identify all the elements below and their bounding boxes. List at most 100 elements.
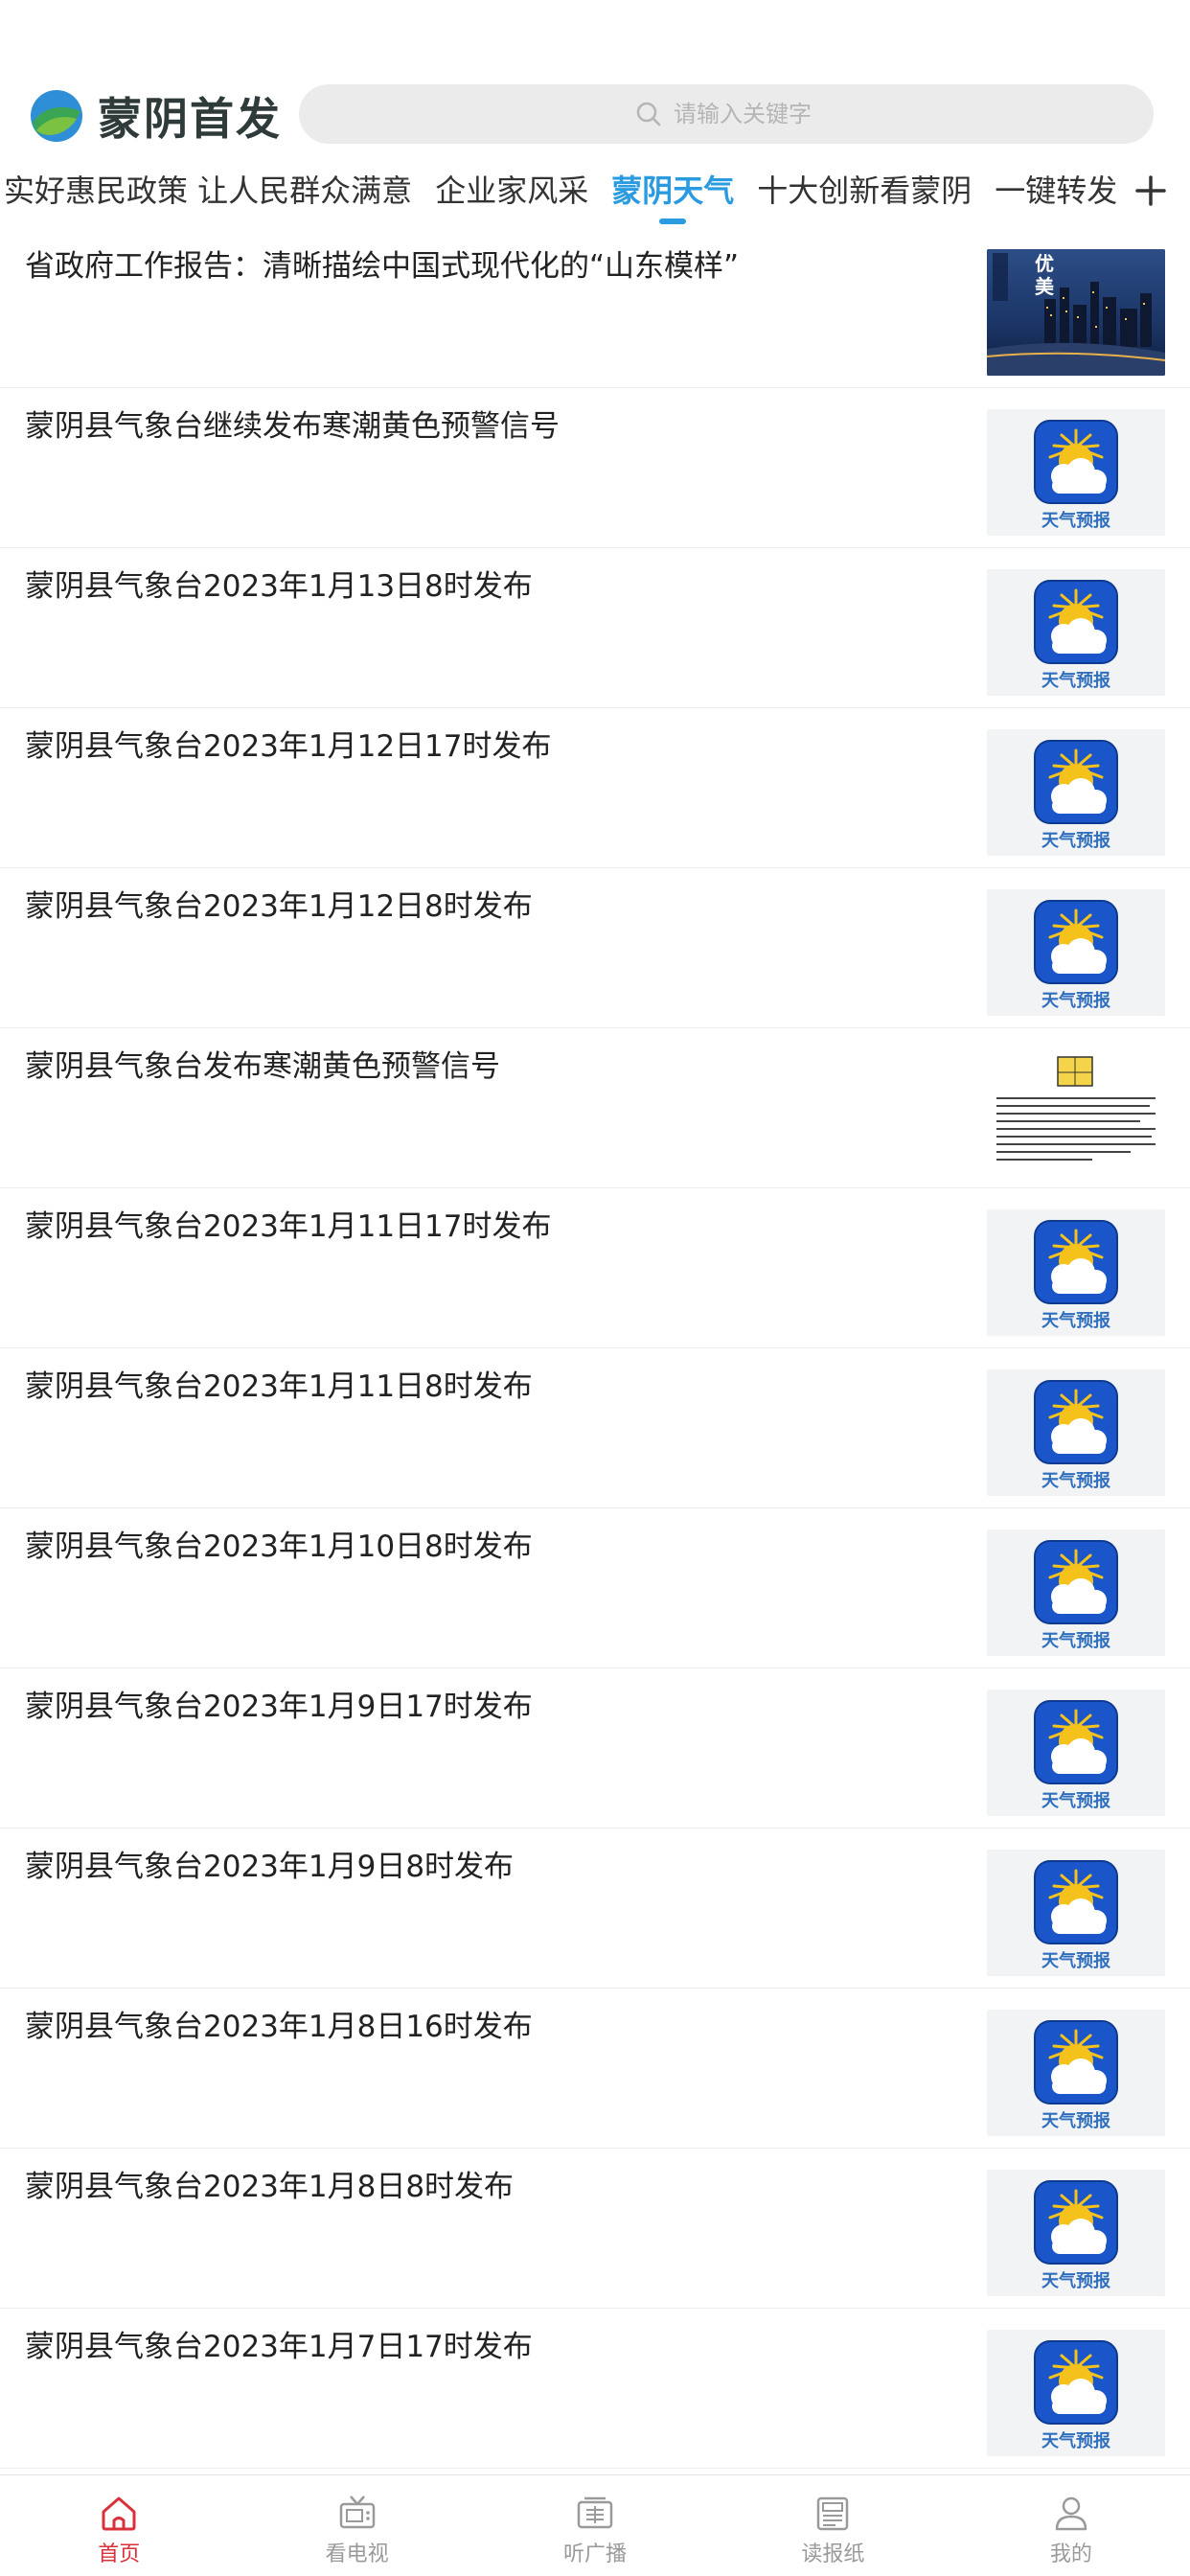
news-item[interactable]: 省政府工作报告：清晰描绘中国式现代化的“山东模样” 优 美 (0, 228, 1190, 388)
tabbar-label: 听广播 (563, 2542, 628, 2566)
tab-forward[interactable]: 一键转发 (983, 163, 1121, 218)
news-item[interactable]: 蒙阴县气象台2023年1月9日8时发布 天气预报 (0, 1828, 1190, 1989)
news-thumbnail: 天气预报 (987, 2330, 1165, 2456)
logo-icon (31, 90, 82, 142)
news-item[interactable]: 蒙阴县气象台继续发布寒潮黄色预警信号 天气预报 (0, 388, 1190, 548)
news-thumbnail: 天气预报 (987, 1690, 1165, 1816)
news-title: 蒙阴县气象台继续发布寒潮黄色预警信号 (25, 409, 560, 444)
news-title: 省政府工作报告：清晰描绘中国式现代化的“山东模样” (25, 249, 740, 284)
news-thumbnail: 天气预报 (987, 729, 1165, 856)
news-title: 蒙阴县气象台2023年1月12日8时发布 (25, 889, 533, 924)
tabbar-profile[interactable]: 我的 (952, 2475, 1190, 2576)
news-title: 蒙阴县气象台2023年1月10日8时发布 (25, 1530, 533, 1564)
tabbar-label: 我的 (1049, 2542, 1092, 2566)
news-thumbnail: 优 美 (987, 249, 1165, 376)
newspaper-icon (817, 2496, 849, 2531)
news-item[interactable]: 蒙阴县气象台2023年1月8日8时发布 天气预报 (0, 2149, 1190, 2309)
city-night-photo: 优 美 (987, 249, 1165, 376)
weather-forecast-icon (1034, 1220, 1118, 1304)
thumbnail-caption: 天气预报 (1041, 1631, 1110, 1651)
news-item[interactable]: 蒙阴县气象台发布寒潮黄色预警信号 (0, 1028, 1190, 1188)
news-item[interactable]: 蒙阴县气象台2023年1月13日8时发布 天气预报 (0, 548, 1190, 708)
news-thumbnail: 天气预报 (987, 409, 1165, 536)
search-icon (636, 102, 661, 126)
tab-weather[interactable]: 蒙阴天气 (600, 163, 745, 224)
add-channel-button[interactable] (1125, 165, 1177, 217)
tabbar-radio[interactable]: 听广播 (476, 2475, 714, 2576)
channel-tabs: 实好惠民政策 让人民群众满意 企业家风采 蒙阴天气 十大创新看蒙阴 一键转发 (0, 163, 1121, 226)
thumbnail-caption: 天气预报 (1041, 2431, 1110, 2451)
weather-forecast-icon (1034, 1380, 1118, 1464)
news-title: 蒙阴县气象台2023年1月11日8时发布 (25, 1369, 533, 1404)
tabbar-label: 看电视 (325, 2542, 389, 2566)
tab-policy[interactable]: 实好惠民政策 让人民群众满意 (0, 163, 423, 218)
tabbar-label: 读报纸 (801, 2542, 865, 2566)
weather-forecast-icon (1034, 2020, 1118, 2104)
thumbnail-caption: 天气预报 (1041, 831, 1110, 851)
thumbnail-caption: 天气预报 (1041, 2111, 1110, 2131)
tv-icon (339, 2496, 375, 2529)
svg-text:美: 美 (1035, 275, 1055, 298)
news-title: 蒙阴县气象台2023年1月11日17时发布 (25, 1209, 552, 1244)
news-title: 蒙阴县气象台2023年1月12日17时发布 (25, 729, 552, 764)
article-list: 省政府工作报告：清晰描绘中国式现代化的“山东模样” 优 美 蒙阴县气象台继续发布… (0, 228, 1190, 2469)
news-item[interactable]: 蒙阴县气象台2023年1月12日8时发布 天气预报 (0, 868, 1190, 1028)
news-item[interactable]: 蒙阴县气象台2023年1月10日8时发布 天气预报 (0, 1508, 1190, 1668)
news-thumbnail: 天气预报 (987, 889, 1165, 1016)
news-thumbnail (987, 1049, 1165, 1176)
tabbar-label: 首页 (98, 2542, 141, 2566)
tab-innovation[interactable]: 十大创新看蒙阴 (745, 163, 983, 218)
document-image (987, 1049, 1165, 1176)
thumbnail-caption: 天气预报 (1041, 1791, 1110, 1811)
thumbnail-caption: 天气预报 (1041, 1311, 1110, 1331)
news-thumbnail: 天气预报 (987, 1530, 1165, 1656)
thumbnail-caption: 天气预报 (1041, 2271, 1110, 2291)
news-item[interactable]: 蒙阴县气象台2023年1月8日16时发布 天气预报 (0, 1989, 1190, 2149)
weather-forecast-icon (1034, 580, 1118, 664)
thumbnail-caption: 天气预报 (1041, 991, 1110, 1011)
thumbnail-caption: 天气预报 (1041, 511, 1110, 531)
thumbnail-caption: 天气预报 (1041, 1471, 1110, 1491)
news-title: 蒙阴县气象台发布寒潮黄色预警信号 (25, 1049, 500, 1084)
thumbnail-caption: 天气预报 (1041, 671, 1110, 691)
news-title: 蒙阴县气象台2023年1月7日17时发布 (25, 2330, 533, 2364)
tab-entrepreneurs[interactable]: 企业家风采 (423, 163, 600, 218)
weather-forecast-icon (1034, 900, 1118, 984)
weather-forecast-icon (1034, 2340, 1118, 2425)
news-thumbnail: 天气预报 (987, 1369, 1165, 1496)
app-name: 蒙阴首发 (98, 93, 282, 145)
weather-forecast-icon (1034, 2180, 1118, 2265)
news-thumbnail: 天气预报 (987, 1850, 1165, 1976)
home-icon (102, 2496, 136, 2531)
news-thumbnail: 天气预报 (987, 2010, 1165, 2136)
news-title: 蒙阴县气象台2023年1月8日16时发布 (25, 2010, 533, 2044)
app-logo[interactable]: 蒙阴首发 (29, 84, 282, 148)
svg-text:优: 优 (1035, 252, 1054, 275)
news-title: 蒙阴县气象台2023年1月8日8时发布 (25, 2170, 515, 2204)
news-thumbnail: 天气预报 (987, 2170, 1165, 2296)
radio-icon (577, 2496, 613, 2529)
news-item[interactable]: 蒙阴县气象台2023年1月11日17时发布 天气预报 (0, 1188, 1190, 1348)
news-thumbnail: 天气预报 (987, 1209, 1165, 1336)
news-title: 蒙阴县气象台2023年1月13日8时发布 (25, 569, 533, 604)
weather-forecast-icon (1034, 740, 1118, 824)
tabbar-newspaper[interactable]: 读报纸 (714, 2475, 951, 2576)
tabbar-tv[interactable]: 看电视 (238, 2475, 475, 2576)
weather-forecast-icon (1034, 1540, 1118, 1624)
news-item[interactable]: 蒙阴县气象台2023年1月12日17时发布 天气预报 (0, 708, 1190, 868)
weather-forecast-icon (1034, 1700, 1118, 1784)
weather-forecast-icon (1034, 420, 1118, 504)
news-item[interactable]: 蒙阴县气象台2023年1月11日8时发布 天气预报 (0, 1348, 1190, 1508)
tabbar-home[interactable]: 首页 (0, 2475, 238, 2576)
plus-icon (1135, 175, 1166, 206)
thumbnail-caption: 天气预报 (1041, 1951, 1110, 1971)
bottom-tabbar: 首页 看电视 听广播 读报纸 我的 (0, 2474, 1190, 2576)
search-input[interactable] (674, 101, 817, 127)
news-item[interactable]: 蒙阴县气象台2023年1月7日17时发布 天气预报 (0, 2309, 1190, 2469)
news-title: 蒙阴县气象台2023年1月9日17时发布 (25, 1690, 533, 1724)
search-bar[interactable] (299, 84, 1154, 144)
weather-forecast-icon (1034, 1860, 1118, 1944)
news-title: 蒙阴县气象台2023年1月9日8时发布 (25, 1850, 515, 1884)
news-item[interactable]: 蒙阴县气象台2023年1月9日17时发布 天气预报 (0, 1668, 1190, 1828)
user-icon (1055, 2496, 1087, 2531)
